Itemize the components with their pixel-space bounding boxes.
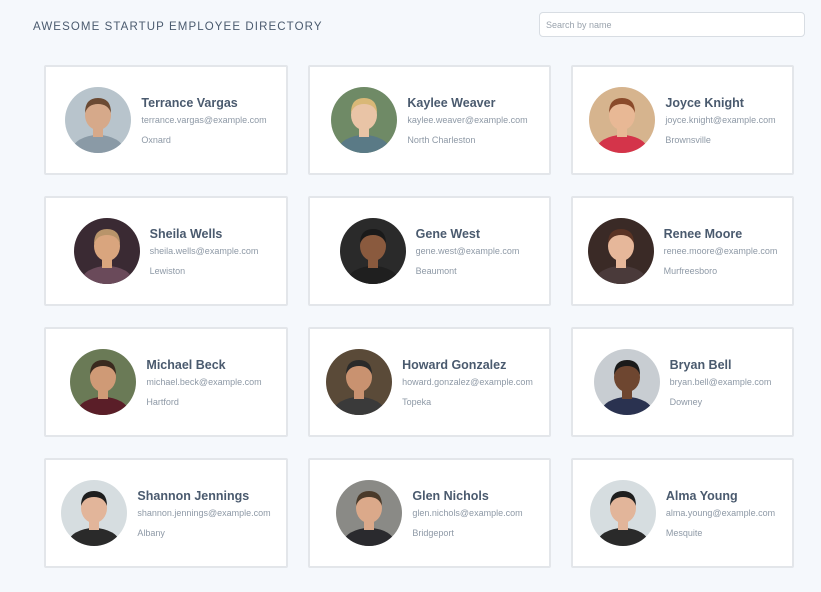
employee-info: Howard Gonzalez howard.gonzalez@example.… (402, 358, 533, 407)
employee-card[interactable]: Michael Beck michael.beck@example.com Ha… (44, 327, 288, 437)
avatar (589, 87, 656, 153)
employee-email: michael.beck@example.com (146, 376, 262, 387)
employee-name: Joyce Knight (665, 95, 744, 110)
search-input[interactable] (539, 12, 805, 37)
card-content: Glen Nichols glen.nichols@example.com Br… (336, 480, 523, 546)
employee-info: Michael Beck michael.beck@example.com Ha… (146, 358, 261, 407)
avatar (73, 218, 140, 284)
employee-city: Hartford (146, 396, 179, 407)
employee-city: Brownsville (665, 134, 711, 145)
employee-email: shannon.jennings@example.com (137, 507, 271, 518)
employee-email: glen.nichols@example.com (412, 507, 523, 518)
employee-info: Gene West gene.west@example.com Beaumont (416, 227, 520, 276)
employee-email: kaylee.weaver@example.com (407, 114, 528, 125)
avatar (336, 480, 403, 546)
employee-city: North Charleston (407, 134, 476, 145)
avatar (587, 218, 654, 284)
employee-info: Shannon Jennings shannon.jennings@exampl… (137, 489, 270, 538)
card-content: Gene West gene.west@example.com Beaumont (339, 218, 520, 284)
employee-info: Alma Young alma.young@example.com Mesqui… (666, 489, 775, 538)
employee-email: gene.west@example.com (415, 245, 520, 256)
employee-card[interactable]: Alma Young alma.young@example.com Mesqui… (571, 458, 794, 568)
employee-email: howard.gonzalez@example.com (402, 376, 533, 387)
employee-info: Bryan Bell bryan.bell@example.com Downey (670, 358, 772, 407)
employee-card[interactable]: Bryan Bell bryan.bell@example.com Downey (571, 327, 794, 437)
employee-email: bryan.bell@example.com (669, 376, 772, 387)
employee-card[interactable]: Terrance Vargas terrance.vargas@example.… (44, 65, 288, 175)
employee-name: Kaylee Weaver (407, 95, 496, 110)
employee-city: Albany (137, 527, 165, 538)
employee-info: Joyce Knight joyce.knight@example.com Br… (665, 96, 775, 145)
employee-card[interactable]: Sheila Wells sheila.wells@example.com Le… (44, 196, 288, 306)
employee-info: Terrance Vargas terrance.vargas@example.… (141, 96, 266, 145)
employee-email: renee.moore@example.com (663, 245, 778, 256)
card-content: Sheila Wells sheila.wells@example.com Le… (73, 218, 259, 284)
employee-info: Kaylee Weaver kaylee.weaver@example.com … (407, 96, 527, 145)
employee-info: Sheila Wells sheila.wells@example.com Le… (150, 227, 259, 276)
employee-email: terrance.vargas@example.com (141, 114, 267, 125)
employee-city: Murfreesboro (663, 265, 718, 276)
employee-grid: Terrance Vargas terrance.vargas@example.… (44, 65, 794, 568)
card-content: Kaylee Weaver kaylee.weaver@example.com … (331, 87, 528, 153)
card-content: Bryan Bell bryan.bell@example.com Downey (593, 349, 772, 415)
employee-name: Bryan Bell (669, 357, 732, 372)
employee-card[interactable]: Glen Nichols glen.nichols@example.com Br… (308, 458, 551, 568)
employee-name: Howard Gonzalez (402, 357, 507, 372)
employee-name: Shannon Jennings (137, 488, 250, 503)
card-content: Howard Gonzalez howard.gonzalez@example.… (326, 349, 533, 415)
avatar (331, 87, 398, 153)
employee-city: Beaumont (415, 265, 457, 276)
page-title: AWESOME STARTUP EMPLOYEE DIRECTORY (33, 21, 323, 33)
employee-name: Gene West (415, 226, 481, 241)
employee-name: Terrance Vargas (141, 95, 238, 110)
employee-name: Renee Moore (663, 226, 743, 241)
employee-name: Alma Young (665, 488, 738, 503)
employee-card[interactable]: Kaylee Weaver kaylee.weaver@example.com … (308, 65, 551, 175)
employee-email: joyce.knight@example.com (665, 114, 776, 125)
employee-city: Lewiston (149, 265, 186, 276)
employee-city: Downey (669, 396, 703, 407)
employee-card[interactable]: Joyce Knight joyce.knight@example.com Br… (571, 65, 794, 175)
employee-name: Glen Nichols (412, 488, 489, 503)
employee-city: Topeka (402, 396, 432, 407)
card-content: Terrance Vargas terrance.vargas@example.… (65, 87, 267, 153)
employee-email: sheila.wells@example.com (149, 245, 259, 256)
employee-card[interactable]: Shannon Jennings shannon.jennings@exampl… (44, 458, 288, 568)
employee-card[interactable]: Howard Gonzalez howard.gonzalez@example.… (308, 327, 551, 437)
employee-info: Renee Moore renee.moore@example.com Murf… (664, 227, 778, 276)
employee-city: Bridgeport (412, 527, 454, 538)
avatar (593, 349, 660, 415)
employee-city: Oxnard (141, 134, 171, 145)
employee-name: Michael Beck (146, 357, 226, 372)
avatar (65, 87, 132, 153)
card-content: Renee Moore renee.moore@example.com Murf… (587, 218, 778, 284)
employee-city: Mesquite (665, 527, 703, 538)
card-content: Shannon Jennings shannon.jennings@exampl… (61, 480, 271, 546)
employee-name: Sheila Wells (149, 226, 223, 241)
avatar (339, 218, 406, 284)
avatar (61, 480, 128, 546)
employee-info: Glen Nichols glen.nichols@example.com Br… (412, 489, 522, 538)
avatar (589, 480, 656, 546)
employee-email: alma.young@example.com (665, 507, 776, 518)
avatar (70, 349, 137, 415)
card-content: Michael Beck michael.beck@example.com Ha… (70, 349, 262, 415)
card-content: Alma Young alma.young@example.com Mesqui… (589, 480, 775, 546)
card-content: Joyce Knight joyce.knight@example.com Br… (589, 87, 776, 153)
employee-card[interactable]: Gene West gene.west@example.com Beaumont (308, 196, 551, 306)
employee-card[interactable]: Renee Moore renee.moore@example.com Murf… (571, 196, 794, 306)
avatar (326, 349, 393, 415)
